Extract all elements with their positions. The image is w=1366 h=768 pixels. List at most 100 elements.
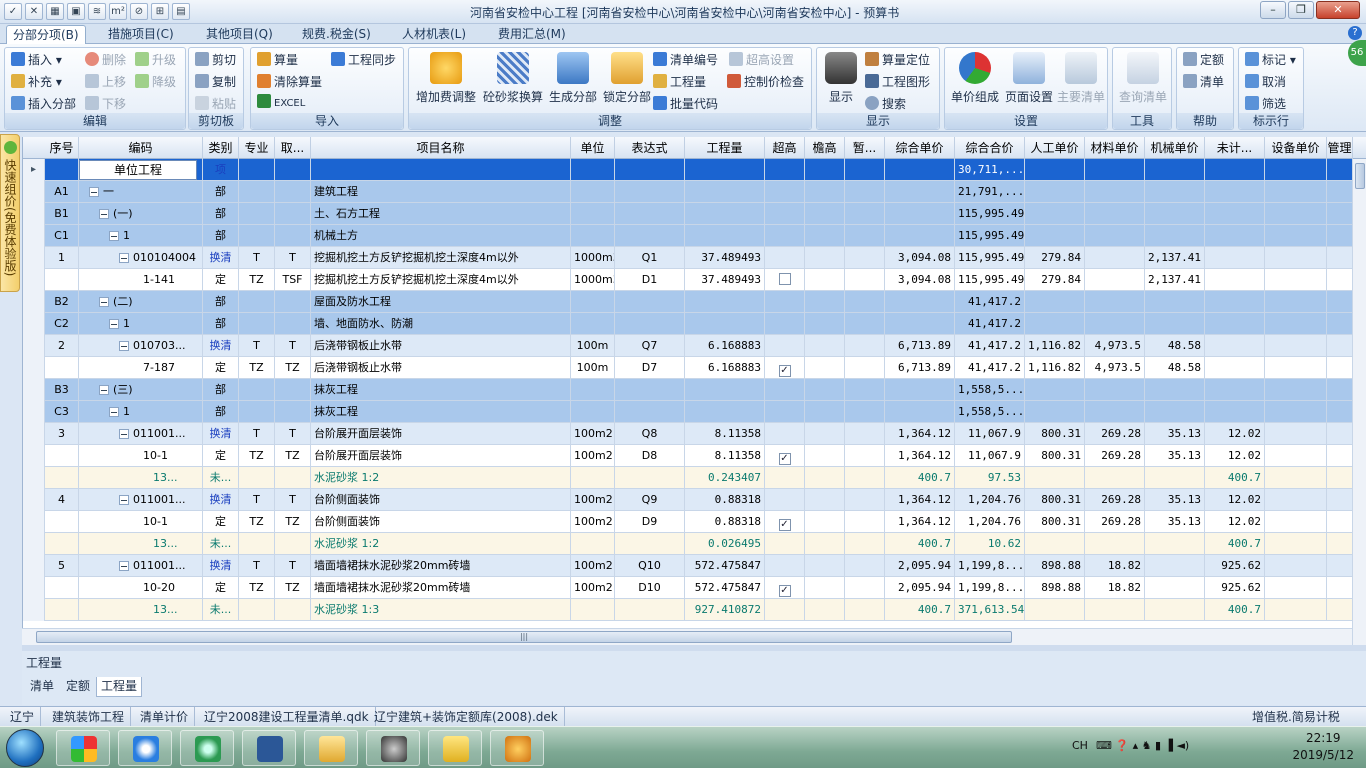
cell-name[interactable]: 挖掘机挖土方反铲挖掘机挖土深度4m以外 [311,269,571,291]
cell-seq[interactable] [45,599,79,621]
cell-chk[interactable] [765,269,805,291]
cell-empty[interactable] [1327,203,1353,225]
move-up-button[interactable]: 上移 [85,72,126,92]
cell-expr[interactable] [615,203,685,225]
cell-mat[interactable] [1085,401,1145,423]
cell-code[interactable]: 011001... [79,555,203,577]
cell-mach[interactable] [1145,599,1205,621]
cell-unc[interactable] [1205,159,1265,181]
cell-cat[interactable]: 定 [203,511,239,533]
cell-name[interactable]: 土、石方工程 [311,203,571,225]
cell-spec[interactable]: TZ [239,445,275,467]
cell-chk[interactable] [765,379,805,401]
supplement-button[interactable]: 补充 ▾ [11,72,62,92]
column-header-11[interactable]: 暂... [845,137,885,159]
tab-3[interactable]: 规费.税金(S) [296,25,377,44]
cell-empty[interactable] [805,423,845,445]
cell-empty[interactable] [805,291,845,313]
superheight-checkbox[interactable]: ✓ [778,365,791,377]
cell-empty[interactable] [805,379,845,401]
cell-total[interactable]: 1,199,8... [955,555,1025,577]
cell-name[interactable]: 建筑工程 [311,181,571,203]
cell-name[interactable]: 台阶展开面层装饰 [311,423,571,445]
cell-code[interactable]: (二) [79,291,203,313]
query-list-button[interactable]: 查询清单 [1115,52,1171,105]
cell-cat[interactable]: 部 [203,313,239,335]
cell-empty[interactable] [1265,599,1327,621]
cell-take[interactable]: T [275,423,311,445]
cell-price[interactable] [885,291,955,313]
cell-cat[interactable]: 换清 [203,423,239,445]
row-header[interactable] [23,599,45,621]
cell-chk[interactable] [765,599,805,621]
cell-labor[interactable]: 1,116.82 [1025,335,1085,357]
column-header-16[interactable]: 机械单价 [1145,137,1205,159]
tree-collapse-icon[interactable] [119,253,129,263]
cell-mat[interactable] [1085,203,1145,225]
table-row[interactable]: 1010104004换清TT挖掘机挖土方反铲挖掘机挖土深度4m以外1000m3Q… [23,247,1353,269]
cell-take[interactable]: TZ [275,445,311,467]
cell-empty[interactable] [845,335,885,357]
cell-name[interactable]: 后浇带钢板止水带 [311,357,571,379]
cell-spec[interactable] [239,181,275,203]
cell-take[interactable]: TZ [275,357,311,379]
column-header-1[interactable]: 编码 [79,137,203,159]
cell-qty[interactable]: 0.026495 [685,533,765,555]
cell-seq[interactable]: 4 [45,489,79,511]
cell-mat[interactable] [1085,291,1145,313]
cell-empty[interactable] [1327,467,1353,489]
cell-cat[interactable]: 定 [203,445,239,467]
cell-cat[interactable]: 部 [203,181,239,203]
cell-chk[interactable] [765,423,805,445]
cell-empty[interactable] [1265,467,1327,489]
cell-unc[interactable] [1205,225,1265,247]
cell-price[interactable]: 2,095.94 [885,555,955,577]
cell-empty[interactable] [1265,225,1327,247]
cell-chk[interactable] [765,181,805,203]
cell-labor[interactable] [1025,599,1085,621]
column-header-18[interactable]: 设备单价 [1265,137,1327,159]
cell-take[interactable]: TSF [275,269,311,291]
cell-price[interactable] [885,313,955,335]
cell-unit[interactable] [571,181,615,203]
cell-expr[interactable] [615,225,685,247]
cell-seq[interactable] [45,577,79,599]
cell-chk[interactable] [765,467,805,489]
cell-mat[interactable] [1085,379,1145,401]
table-row[interactable]: 1-141定TZTSF挖掘机挖土方反铲挖掘机挖土深度4m以外1000m3D137… [23,269,1353,291]
cell-empty[interactable] [1265,555,1327,577]
upgrade-button[interactable]: 升级 [135,50,176,70]
cell-qty[interactable] [685,379,765,401]
cell-unc[interactable]: 400.7 [1205,599,1265,621]
cell-expr[interactable] [615,181,685,203]
cell-take[interactable] [275,379,311,401]
column-header-4[interactable]: 取... [275,137,311,159]
cell-unc[interactable] [1205,203,1265,225]
cell-cat[interactable]: 未... [203,467,239,489]
cell-price[interactable]: 1,364.12 [885,489,955,511]
cell-qty[interactable]: 572.475847 [685,555,765,577]
table-row[interactable]: 10-1 定 TZ TZ 台阶展开面层装饰 100m2 D8 8.11358 ✓ 1,364.12… [23,445,1353,467]
cell-spec[interactable]: T [239,489,275,511]
cell-seq[interactable] [45,467,79,489]
cell-mat[interactable] [1085,467,1145,489]
cell-name[interactable]: 水泥砂浆 1:2 [311,467,571,489]
cell-code[interactable]: 一 [79,181,203,203]
cell-unc[interactable] [1205,247,1265,269]
horizontal-scroll-thumb[interactable]: ||| [36,631,1012,643]
tree-collapse-icon[interactable] [119,495,129,505]
cell-expr[interactable] [615,291,685,313]
cell-chk[interactable]: ✓ [765,445,805,467]
cell-empty[interactable] [845,423,885,445]
table-row[interactable]: 7-187 定 TZ TZ 后浇带钢板止水带 100m D7 6.168883 ✓ 6,713.8… [23,357,1353,379]
cell-chk[interactable] [765,489,805,511]
cell-name[interactable]: 抹灰工程 [311,401,571,423]
project-sync-button[interactable]: 工程同步 [331,50,396,70]
cell-empty[interactable] [1265,159,1327,181]
taskbar-app-6[interactable] [366,730,420,766]
tree-collapse-icon[interactable] [109,231,119,241]
cell-spec[interactable] [239,203,275,225]
table-row[interactable]: B2 (二) 部 屋面及防水工程 41,417.2 [23,291,1353,313]
row-header[interactable] [23,379,45,401]
row-header[interactable] [23,225,45,247]
